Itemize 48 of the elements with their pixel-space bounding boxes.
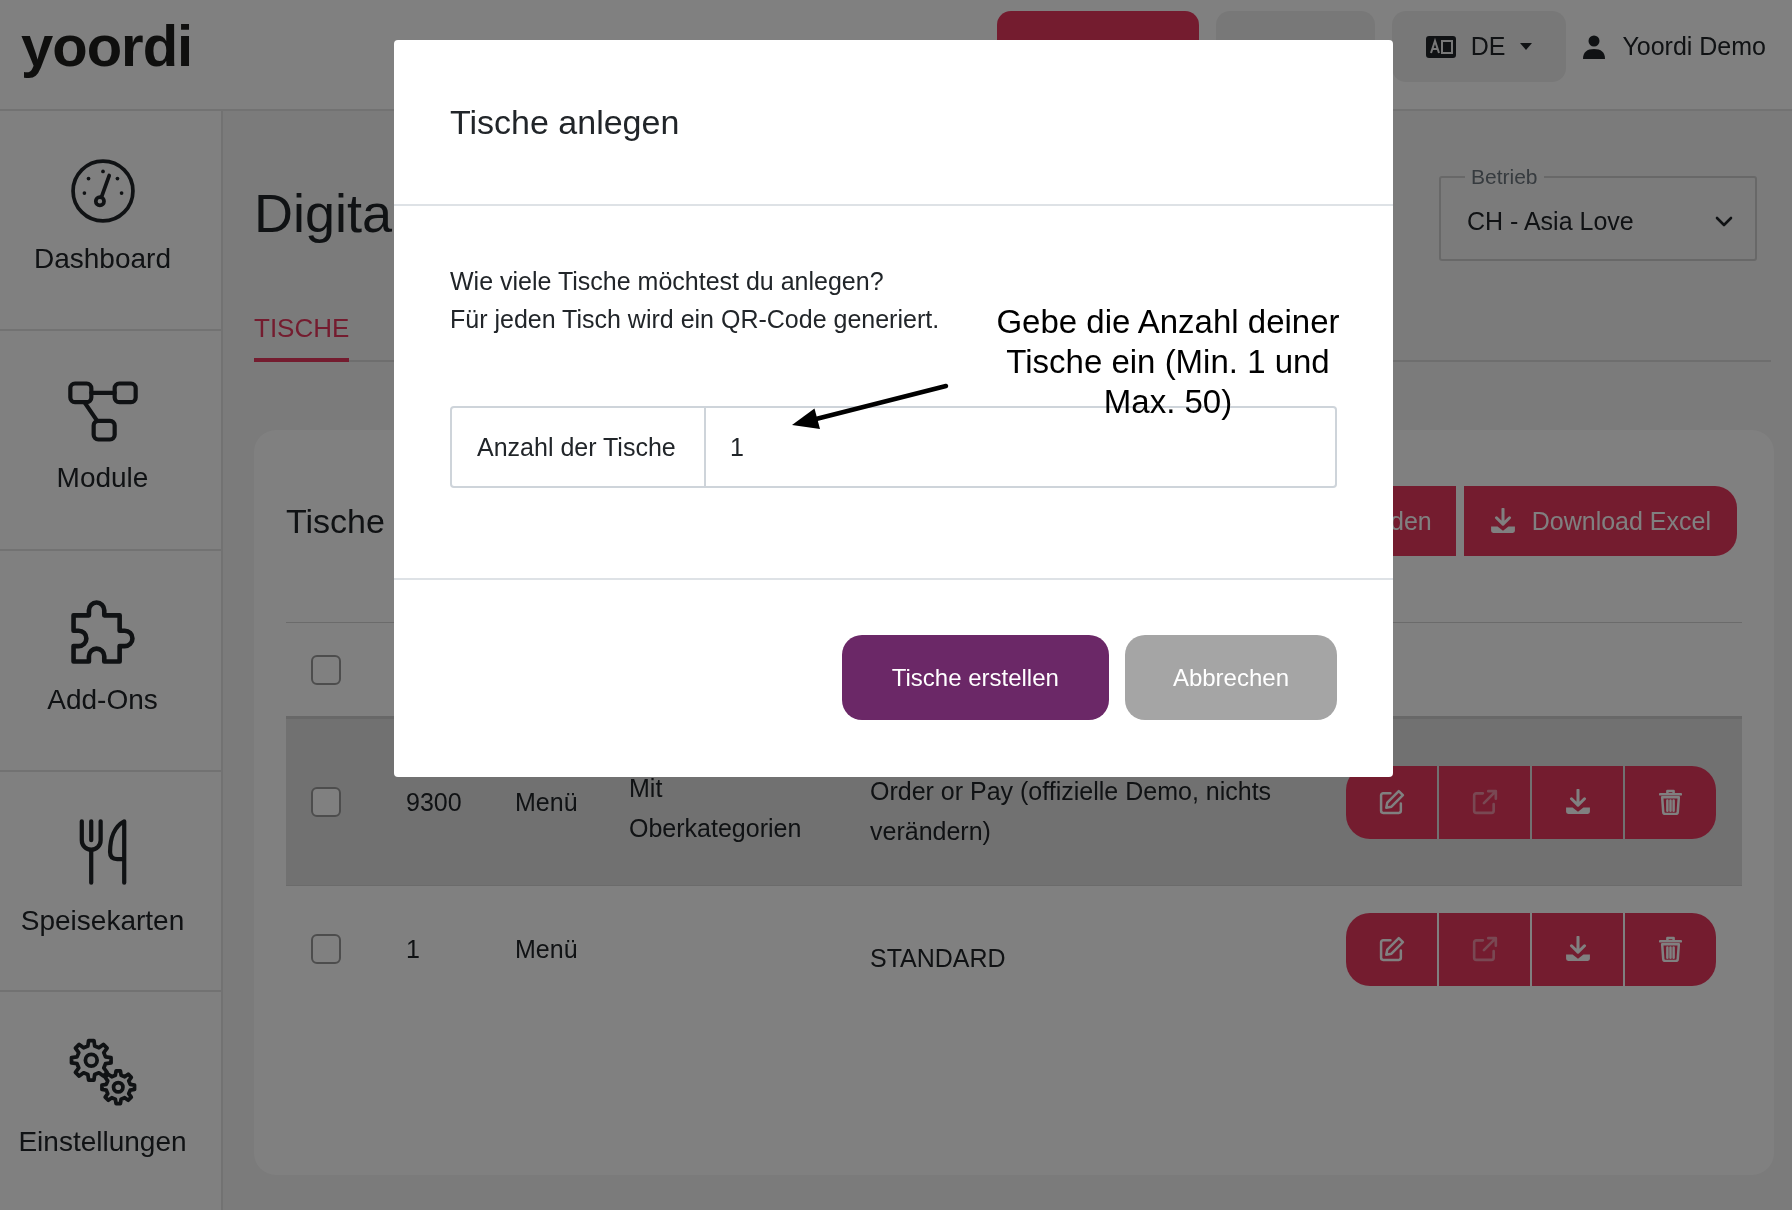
- table-cell: Order or Pay (offizielle Demo, nichts verändern): [870, 777, 1272, 845]
- user-menu-button[interactable]: Yoordi Demo: [1583, 11, 1766, 82]
- trash-icon: [1659, 789, 1682, 815]
- chevron-down-icon: [1715, 215, 1733, 227]
- dialog-title: Tische anlegen: [450, 102, 680, 142]
- cancel-button[interactable]: Abbrechen: [1124, 635, 1337, 720]
- tab[interactable]: TISCHE: [254, 313, 350, 362]
- dialog-text: Für jeden Tisch wird ein QR-Code generiert.: [450, 304, 940, 335]
- input-label: Anzahl der Tische: [450, 406, 706, 488]
- external-link-icon: [1471, 936, 1498, 962]
- download-excel-button[interactable]: Download Excel: [1463, 486, 1737, 556]
- delete-button[interactable]: [1625, 912, 1716, 986]
- download-button[interactable]: [1532, 765, 1623, 839]
- table-cell: 1: [406, 935, 420, 963]
- checkbox[interactable]: [311, 787, 341, 817]
- arrow-icon: [790, 381, 950, 431]
- select-label: Betrieb: [1470, 165, 1539, 189]
- gears-icon: [68, 1037, 137, 1106]
- table-cell: 9300: [406, 788, 462, 816]
- download-icon: [1489, 508, 1516, 534]
- edit-icon: [1378, 789, 1405, 815]
- download-button[interactable]: [1532, 912, 1623, 986]
- edit-icon: [1378, 936, 1405, 962]
- language-button[interactable]: DE: [1391, 11, 1567, 82]
- table-cell: Menü: [515, 935, 578, 963]
- table-cell: STANDARD: [870, 944, 1006, 972]
- create-button[interactable]: Tische erstellen: [841, 635, 1109, 720]
- checkbox[interactable]: [311, 654, 341, 685]
- card-title: Tische: [286, 501, 385, 541]
- checkbox[interactable]: [311, 934, 341, 964]
- table-cell: Mit Oberkategorien: [629, 774, 802, 842]
- caret-icon: [1520, 43, 1533, 50]
- delete-button[interactable]: [1625, 765, 1716, 839]
- edit-button[interactable]: [1346, 765, 1437, 839]
- download-icon: [1564, 936, 1591, 962]
- trash-icon: [1659, 936, 1682, 962]
- download-icon: [1564, 789, 1591, 815]
- logo: yoordi: [21, 12, 193, 80]
- dialog-text: Wie viele Tische möchtest du anlegen?: [450, 266, 884, 297]
- table-cell: Menü: [515, 788, 578, 816]
- language-icon: [1425, 35, 1456, 58]
- puzzle-icon: [70, 599, 135, 664]
- open-link-button[interactable]: [1439, 912, 1530, 986]
- nodes-icon: [67, 380, 138, 442]
- page-title: Digita: [254, 182, 393, 245]
- person-icon: [1583, 34, 1606, 59]
- external-link-icon: [1471, 789, 1498, 815]
- gauge-icon: [70, 159, 135, 224]
